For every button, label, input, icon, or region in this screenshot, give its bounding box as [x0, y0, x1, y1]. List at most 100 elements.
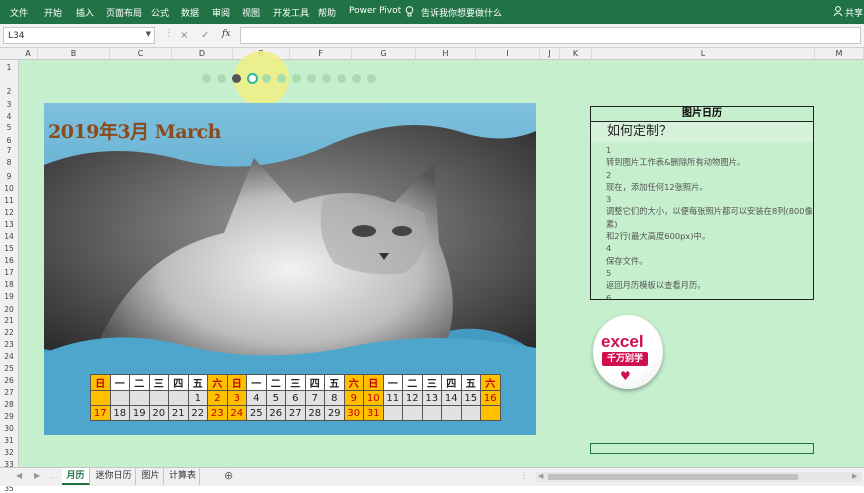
- day-cell[interactable]: [90, 390, 111, 406]
- day-cell[interactable]: 18: [109, 405, 130, 421]
- day-cell[interactable]: 4: [246, 390, 267, 406]
- row-header[interactable]: 27: [0, 388, 18, 397]
- month-dot[interactable]: [217, 74, 226, 83]
- add-sheet-icon[interactable]: ⊕: [224, 469, 233, 482]
- row-header[interactable]: 21: [0, 316, 18, 325]
- row-header[interactable]: 11: [0, 196, 18, 205]
- day-cell[interactable]: 20: [148, 405, 169, 421]
- name-box[interactable]: L34 ▼: [3, 27, 155, 44]
- month-dot[interactable]: [292, 74, 301, 83]
- day-cell[interactable]: 29: [324, 405, 345, 421]
- day-cell[interactable]: 19: [129, 405, 150, 421]
- day-cell[interactable]: 1: [187, 390, 208, 406]
- day-cell[interactable]: 5: [265, 390, 286, 406]
- row-header[interactable]: 3: [0, 100, 18, 109]
- day-cell[interactable]: 25: [246, 405, 267, 421]
- prev-sheet-icon[interactable]: ◀: [16, 471, 22, 480]
- row-header[interactable]: 8: [0, 158, 18, 167]
- day-cell[interactable]: [402, 405, 423, 421]
- column-header-h[interactable]: H: [416, 49, 476, 60]
- day-cell[interactable]: 7: [304, 390, 325, 406]
- scroll-left-icon[interactable]: ◀: [538, 472, 543, 480]
- sheet-more-icon[interactable]: …: [50, 471, 58, 480]
- row-header[interactable]: 5: [0, 123, 18, 132]
- scroll-right-icon[interactable]: ▶: [852, 472, 857, 480]
- formula-input[interactable]: [240, 27, 861, 44]
- day-cell[interactable]: [168, 390, 189, 406]
- month-dot[interactable]: [367, 74, 376, 83]
- scroll-thumb[interactable]: [548, 474, 798, 480]
- column-header-f[interactable]: F: [290, 49, 352, 60]
- month-dot[interactable]: [247, 73, 258, 84]
- tab-developer[interactable]: 开发工具: [273, 6, 309, 19]
- day-cell[interactable]: 3: [226, 390, 247, 406]
- day-cell[interactable]: 31: [363, 405, 384, 421]
- sheet-tab[interactable]: 月历: [62, 468, 90, 485]
- row-header[interactable]: 15: [0, 244, 18, 253]
- column-header-m[interactable]: M: [815, 49, 864, 60]
- row-header[interactable]: 22: [0, 328, 18, 337]
- tab-file[interactable]: 文件: [10, 6, 28, 19]
- day-cell[interactable]: [421, 405, 442, 421]
- row-header[interactable]: 31: [0, 436, 18, 445]
- day-cell[interactable]: [129, 390, 150, 406]
- column-header-d[interactable]: D: [172, 49, 233, 60]
- column-header-b[interactable]: B: [38, 49, 110, 60]
- row-header[interactable]: 23: [0, 340, 18, 349]
- row-header[interactable]: 28: [0, 400, 18, 409]
- row-header[interactable]: 19: [0, 292, 18, 301]
- day-cell[interactable]: 14: [441, 390, 462, 406]
- tab-view[interactable]: 视图: [242, 6, 260, 19]
- row-header[interactable]: 1: [0, 63, 18, 72]
- row-header[interactable]: 7: [0, 146, 18, 155]
- day-cell[interactable]: 8: [324, 390, 345, 406]
- tab-help[interactable]: 帮助: [318, 6, 336, 19]
- day-cell[interactable]: 16: [480, 390, 501, 406]
- sheet-tab[interactable]: 迷你日历: [92, 468, 136, 485]
- row-header[interactable]: 4: [0, 112, 18, 121]
- day-cell[interactable]: 13: [421, 390, 442, 406]
- tab-data[interactable]: 数据: [181, 6, 199, 19]
- day-cell[interactable]: [148, 390, 169, 406]
- row-header[interactable]: 25: [0, 364, 18, 373]
- day-cell[interactable]: 15: [460, 390, 481, 406]
- month-dot[interactable]: [307, 74, 316, 83]
- row-header[interactable]: 12: [0, 208, 18, 217]
- row-header[interactable]: 10: [0, 184, 18, 193]
- day-cell[interactable]: [382, 405, 403, 421]
- day-cell[interactable]: 26: [265, 405, 286, 421]
- row-header[interactable]: 17: [0, 268, 18, 277]
- row-header[interactable]: 26: [0, 376, 18, 385]
- chevron-down-icon[interactable]: ▼: [146, 30, 151, 38]
- row-header[interactable]: 14: [0, 232, 18, 241]
- cancel-icon[interactable]: ×: [180, 30, 188, 41]
- fx-icon[interactable]: fx: [222, 29, 230, 39]
- row-header[interactable]: 2: [0, 87, 18, 96]
- day-cell[interactable]: 10: [363, 390, 384, 406]
- column-header-l[interactable]: L: [592, 49, 815, 60]
- column-header-k[interactable]: K: [560, 49, 592, 60]
- share-button[interactable]: 共享: [845, 6, 863, 19]
- next-sheet-icon[interactable]: ▶: [34, 471, 40, 480]
- day-cell[interactable]: 17: [90, 405, 111, 421]
- row-header[interactable]: 18: [0, 280, 18, 289]
- tab-page-layout[interactable]: 页面布局: [106, 6, 142, 19]
- tab-review[interactable]: 审阅: [212, 6, 230, 19]
- tell-me-search[interactable]: 告诉我你想要做什么: [421, 6, 502, 19]
- day-cell[interactable]: [109, 390, 130, 406]
- day-cell[interactable]: 6: [285, 390, 306, 406]
- row-header[interactable]: 16: [0, 256, 18, 265]
- row-header[interactable]: 32: [0, 448, 18, 457]
- column-header-a[interactable]: A: [19, 49, 38, 60]
- row-header[interactable]: 13: [0, 220, 18, 229]
- row-header[interactable]: 30: [0, 424, 18, 433]
- sheet-tab[interactable]: 计算表: [166, 468, 200, 485]
- horizontal-scrollbar[interactable]: ◀ ▶: [536, 472, 862, 482]
- tab-power-pivot[interactable]: Power Pivot: [349, 6, 401, 16]
- column-header-i[interactable]: I: [476, 49, 540, 60]
- day-cell[interactable]: [480, 405, 501, 421]
- day-cell[interactable]: 12: [402, 390, 423, 406]
- day-cell[interactable]: 28: [304, 405, 325, 421]
- day-cell[interactable]: 23: [207, 405, 228, 421]
- day-cell[interactable]: 30: [343, 405, 364, 421]
